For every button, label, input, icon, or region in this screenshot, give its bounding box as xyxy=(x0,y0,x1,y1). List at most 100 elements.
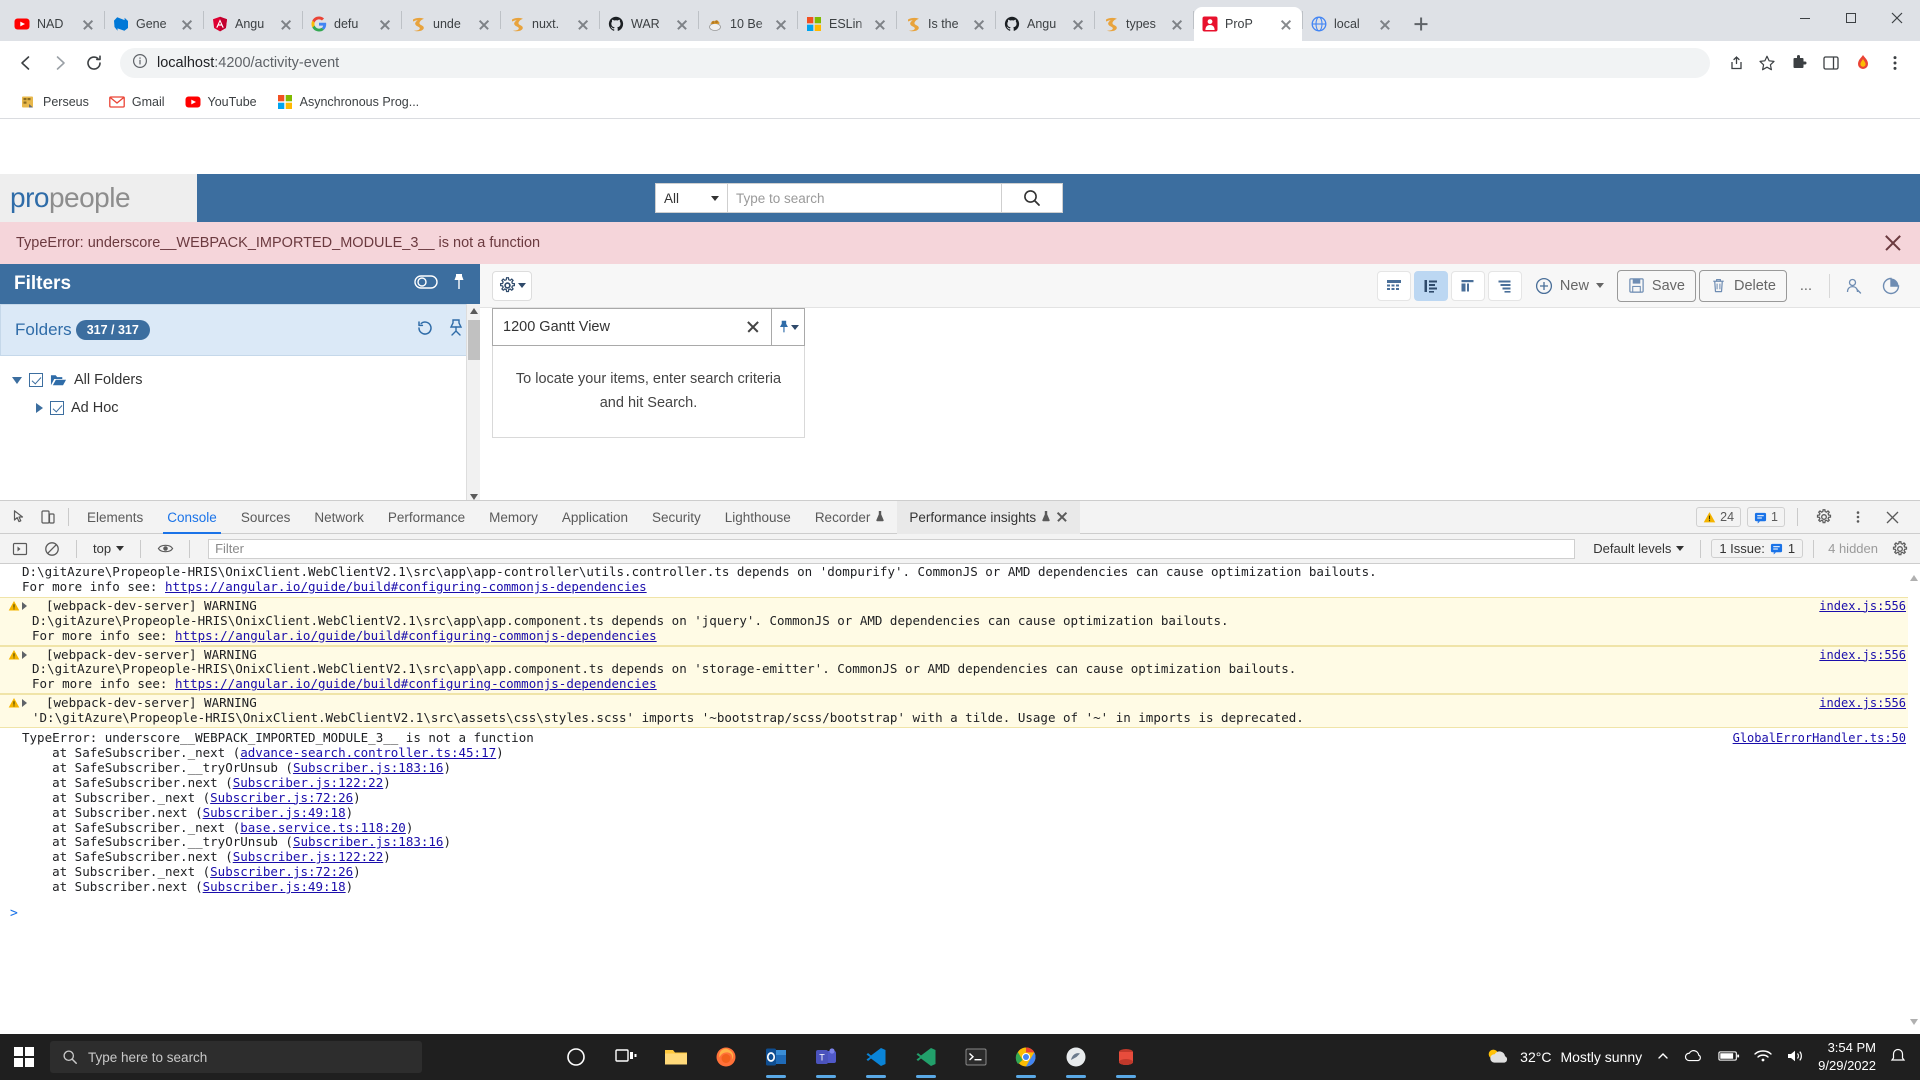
pie-chart-button[interactable] xyxy=(1874,271,1908,301)
stack-frame-link[interactable]: Subscriber.js:183:16 xyxy=(293,834,444,849)
wifi-icon[interactable] xyxy=(1754,1049,1772,1066)
devtools-tab[interactable]: Application xyxy=(550,501,640,534)
view-compact-button[interactable] xyxy=(1487,270,1522,301)
view-list-button[interactable] xyxy=(1413,270,1448,301)
console-prompt[interactable]: > xyxy=(0,901,1920,927)
devtools-tab[interactable]: Elements xyxy=(75,501,155,534)
scroll-thumb[interactable] xyxy=(468,320,480,360)
devtools-tab[interactable]: Network xyxy=(302,501,376,534)
browser-tab[interactable]: Is the xyxy=(897,7,995,41)
console-source-link[interactable]: index.js:556 xyxy=(1819,696,1906,711)
firefox-icon[interactable] xyxy=(702,1034,750,1080)
console-source-link[interactable]: GlobalErrorHandler.ts:50 xyxy=(1733,731,1906,746)
live-expression-eye-icon[interactable] xyxy=(151,536,179,562)
devtools-close-icon[interactable] xyxy=(1878,504,1906,530)
console-issues-button[interactable]: 1 Issue: 1 xyxy=(1711,539,1804,558)
expand-arrow-icon[interactable] xyxy=(22,601,27,610)
taskbar-search-box[interactable]: Type here to search xyxy=(50,1041,422,1073)
close-icon[interactable] xyxy=(179,16,195,32)
close-icon[interactable] xyxy=(872,16,888,32)
issue-count-badge[interactable]: 1 xyxy=(1747,507,1785,527)
console-log-levels-dropdown[interactable]: Default levels xyxy=(1587,541,1690,556)
stack-frame-link[interactable]: advance-search.controller.ts:45:17 xyxy=(240,745,496,760)
stack-frame-link[interactable]: Subscriber.js:122:22 xyxy=(233,775,384,790)
warning-count-badge[interactable]: 24 xyxy=(1696,507,1742,527)
teams-icon[interactable]: T xyxy=(802,1034,850,1080)
delete-button[interactable]: Delete xyxy=(1698,269,1787,302)
pin-filter-icon[interactable] xyxy=(447,318,465,343)
reset-icon[interactable] xyxy=(415,318,435,343)
global-search-button[interactable] xyxy=(1001,183,1063,213)
extensions-icon[interactable] xyxy=(1784,48,1814,78)
browser-tab[interactable]: NAD xyxy=(6,7,104,41)
bookmark-item[interactable]: Asynchronous Prog... xyxy=(269,90,428,114)
console-message[interactable]: D:\gitAzure\Propeople-HRIS\OnixClient.We… xyxy=(0,564,1920,597)
bookmark-item[interactable]: Perseus xyxy=(12,90,97,114)
close-icon[interactable] xyxy=(773,16,789,32)
close-icon[interactable] xyxy=(1377,16,1393,32)
console-warning-message[interactable]: [webpack-dev-server] WARNING index.js:556… xyxy=(0,596,1920,646)
close-icon[interactable] xyxy=(80,16,96,32)
expand-arrow-icon[interactable] xyxy=(22,650,27,659)
console-warning-message[interactable]: [webpack-dev-server] WARNING index.js:556… xyxy=(0,694,1920,729)
console-scrollbar[interactable] xyxy=(1908,564,1920,1034)
devtools-tab[interactable]: Performance xyxy=(376,501,477,534)
devtools-tab[interactable]: Security xyxy=(640,501,713,534)
postman-icon[interactable] xyxy=(1052,1034,1100,1080)
profile-avatar[interactable] xyxy=(1848,48,1878,78)
tree-node[interactable]: All Folders xyxy=(12,366,480,394)
filters-scrollbar[interactable] xyxy=(466,304,481,504)
chevron-down-icon[interactable] xyxy=(12,376,22,384)
close-icon[interactable] xyxy=(1056,511,1068,523)
bookmark-item[interactable]: Gmail xyxy=(101,90,173,114)
new-tab-button[interactable] xyxy=(1407,10,1435,38)
scroll-up-arrow[interactable] xyxy=(1910,568,1918,586)
console-filter-input[interactable]: Filter xyxy=(208,538,1576,559)
browser-tab[interactable]: Angu xyxy=(204,7,302,41)
devtools-tab[interactable]: Console xyxy=(155,501,229,534)
close-button[interactable] xyxy=(1874,0,1920,36)
share-icon[interactable] xyxy=(1720,48,1750,78)
scroll-up-arrow[interactable] xyxy=(467,304,481,318)
stack-frame-link[interactable]: Subscriber.js:72:26 xyxy=(210,864,353,879)
stack-frame-link[interactable]: base.service.ts:118:20 xyxy=(240,820,406,835)
close-icon[interactable] xyxy=(1169,16,1185,32)
inspect-element-icon[interactable] xyxy=(6,504,34,530)
browser-tab[interactable]: ESLin xyxy=(798,7,896,41)
battery-icon[interactable] xyxy=(1718,1050,1740,1065)
forward-button[interactable] xyxy=(44,47,76,79)
chevron-right-icon[interactable] xyxy=(36,403,43,413)
close-icon[interactable] xyxy=(1278,16,1294,32)
device-toolbar-icon[interactable] xyxy=(34,504,62,530)
close-icon[interactable] xyxy=(377,16,393,32)
maximize-button[interactable] xyxy=(1828,0,1874,36)
close-icon[interactable] xyxy=(476,16,492,32)
close-icon[interactable] xyxy=(971,16,987,32)
devtools-tab[interactable]: Memory xyxy=(477,501,550,534)
tree-checkbox[interactable] xyxy=(29,373,43,387)
browser-tab[interactable]: unde xyxy=(402,7,500,41)
save-button[interactable]: Save xyxy=(1616,269,1696,302)
devtools-tab[interactable]: Lighthouse xyxy=(713,501,803,534)
new-button[interactable]: New xyxy=(1525,270,1614,302)
browser-tab-active[interactable]: ProP xyxy=(1194,7,1302,41)
view-grid-button[interactable] xyxy=(1376,270,1411,301)
weather-widget[interactable]: 32°C Mostly sunny xyxy=(1485,1046,1642,1068)
bookmark-item[interactable]: YouTube xyxy=(177,90,265,114)
clear-console-icon[interactable] xyxy=(38,536,66,562)
toggle-switch-icon[interactable] xyxy=(414,274,438,295)
chrome-icon[interactable] xyxy=(1002,1034,1050,1080)
task-view-icon[interactable] xyxy=(602,1034,650,1080)
view-columns-button[interactable] xyxy=(1450,270,1485,301)
tray-expand-icon[interactable] xyxy=(1656,1049,1670,1066)
sidepanel-icon[interactable] xyxy=(1816,48,1846,78)
devtools-tab[interactable]: Performance insights xyxy=(897,500,1081,534)
stack-frame-link[interactable]: Subscriber.js:49:18 xyxy=(203,805,346,820)
cortana-icon[interactable] xyxy=(552,1034,600,1080)
onedrive-icon[interactable] xyxy=(1684,1049,1704,1066)
vscode-insiders-icon[interactable] xyxy=(902,1034,950,1080)
console-source-link[interactable]: https://angular.io/guide/build#configuri… xyxy=(175,628,657,643)
minimize-button[interactable] xyxy=(1782,0,1828,36)
tree-node[interactable]: Ad Hoc xyxy=(12,394,480,422)
settings-gear-button[interactable] xyxy=(492,270,532,301)
